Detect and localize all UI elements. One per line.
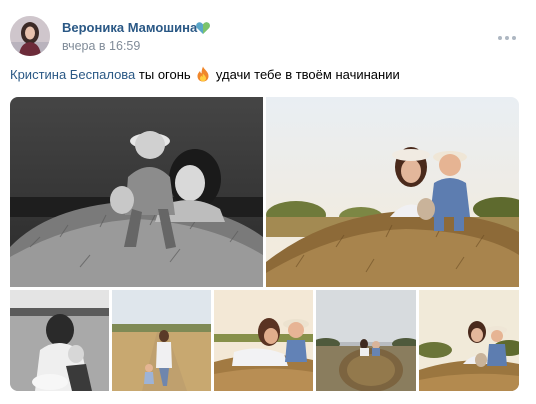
post-text-part2: удачи тебе в твоём начинании xyxy=(212,67,400,82)
author-name[interactable]: Вероника Мамошина xyxy=(62,20,197,35)
photo-3[interactable] xyxy=(10,290,109,391)
mention-link[interactable]: Кристина Беспалова xyxy=(10,67,135,82)
heart-emoji-icon xyxy=(196,22,210,34)
author-avatar[interactable] xyxy=(10,16,50,56)
more-dots-icon[interactable] xyxy=(496,30,518,46)
post-timestamp[interactable]: вчера в 16:59 xyxy=(62,39,140,53)
post-text-part1: ты огонь xyxy=(135,67,191,82)
photo-7[interactable] xyxy=(419,290,519,391)
post-text: Кристина Беспалова ты огонь удачи тебе в… xyxy=(10,66,400,84)
photo-6[interactable] xyxy=(316,290,416,391)
photo-1[interactable] xyxy=(10,97,263,287)
fire-emoji-icon xyxy=(197,66,209,82)
wall-post: Вероника Мамошина вчера в 16:59 Кристина… xyxy=(0,0,536,404)
photo-2[interactable] xyxy=(266,97,519,287)
photo-4[interactable] xyxy=(112,290,211,391)
photo-5[interactable] xyxy=(214,290,313,391)
